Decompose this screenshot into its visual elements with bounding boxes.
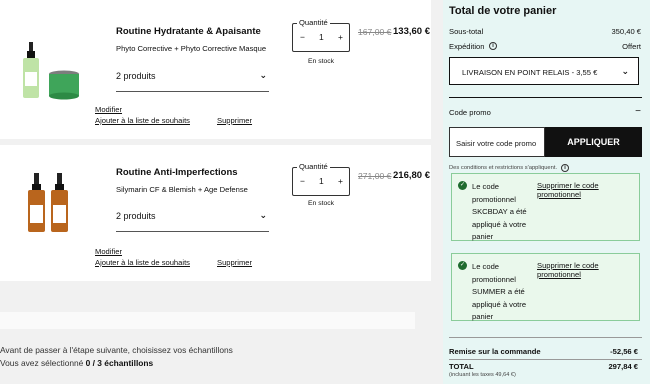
cart-item-1: Routine Hydratante & Apaisante Phyto Cor… xyxy=(0,0,431,139)
divider xyxy=(449,337,642,338)
total-value: 297,84 € xyxy=(608,362,638,371)
variant-select[interactable]: 2 produits ⌄ xyxy=(116,202,269,232)
applied-promo-text: Le code promotionnel SKCBDAY a été appli… xyxy=(472,182,527,241)
tax-note: (incluant les taxes 49,64 €) xyxy=(449,372,516,378)
summary-title: Total de votre panier xyxy=(449,5,557,17)
shipping-method-value: LIVRAISON EN POINT RELAIS - 3,55 € xyxy=(462,68,598,77)
wishlist-link[interactable]: Ajouter à la liste de souhaits xyxy=(95,116,190,125)
subtotal-value: 350,40 € xyxy=(611,27,641,36)
discount-row: Remise sur la commande -52,56 € xyxy=(449,347,638,356)
quantity-label: Quantité xyxy=(297,18,330,27)
quantity-value[interactable]: 1 xyxy=(319,176,324,186)
shipping-value: Offert xyxy=(622,42,641,51)
stock-status: En stock xyxy=(308,58,335,65)
collapse-icon[interactable]: − xyxy=(635,106,641,117)
quantity-increase-button[interactable]: + xyxy=(338,32,343,42)
info-icon[interactable]: i xyxy=(561,164,569,172)
quantity-decrease-button[interactable]: − xyxy=(300,32,305,42)
variant-value: 2 produits xyxy=(116,211,156,221)
shipping-label: Expédition xyxy=(449,42,485,51)
original-price: 271,00 € xyxy=(358,171,392,181)
item-title[interactable]: Routine Hydratante & Apaisante xyxy=(116,26,261,37)
remove-promo-link[interactable]: Supprimer le code promotionnel xyxy=(537,181,639,199)
quantity-stepper: Quantité − 1 + xyxy=(292,18,350,52)
samples-bar xyxy=(0,312,415,329)
item-title[interactable]: Routine Anti-Imperfections xyxy=(116,167,238,178)
quantity-stepper: Quantité − 1 + xyxy=(292,162,350,196)
product-image-anti-blemish[interactable] xyxy=(26,173,72,235)
applied-promo-text: Le code promotionnel SUMMER a été appliq… xyxy=(472,262,527,321)
remove-promo-link[interactable]: Supprimer le code promotionnel xyxy=(537,261,639,279)
samples-count-prefix: Vous avez sélectionné xyxy=(0,358,86,368)
subtotal-label: Sous-total xyxy=(449,27,484,36)
wishlist-link[interactable]: Ajouter à la liste de souhaits xyxy=(95,258,190,267)
quantity-increase-button[interactable]: + xyxy=(338,176,343,186)
variant-value: 2 produits xyxy=(116,71,156,81)
applied-promo-1: ✓ Le code promotionnel SKCBDAY a été app… xyxy=(451,173,640,241)
info-icon[interactable]: i xyxy=(489,42,497,50)
delete-link[interactable]: Supprimer xyxy=(217,258,252,267)
modify-link[interactable]: Modifier xyxy=(95,247,122,256)
stock-status: En stock xyxy=(308,200,335,207)
modify-link[interactable]: Modifier xyxy=(95,105,122,114)
check-circle-icon: ✓ xyxy=(458,261,467,270)
promo-code-input[interactable]: Saisir votre code promo xyxy=(449,127,545,157)
divider xyxy=(449,359,642,360)
chevron-down-icon: ⌄ xyxy=(259,210,267,220)
chevron-down-icon: ⌄ xyxy=(259,70,267,80)
sale-price: 216,80 € xyxy=(393,170,430,181)
shipping-method-select[interactable]: LIVRAISON EN POINT RELAIS - 3,55 € ⌄ xyxy=(449,57,639,85)
chevron-down-icon: ⌄ xyxy=(621,66,629,76)
quantity-decrease-button[interactable]: − xyxy=(300,176,305,186)
cart-item-2: Routine Anti-Imperfections Silymarin CF … xyxy=(0,145,431,281)
discount-label: Remise sur la commande xyxy=(449,347,541,356)
divider xyxy=(449,97,642,98)
applied-promo-2: ✓ Le code promotionnel SUMMER a été appl… xyxy=(451,253,640,321)
product-image-hydrating[interactable] xyxy=(20,42,82,102)
variant-select[interactable]: 2 produits ⌄ xyxy=(116,62,269,92)
check-circle-icon: ✓ xyxy=(458,181,467,190)
total-label: TOTAL xyxy=(449,362,474,371)
quantity-label: Quantité xyxy=(297,162,330,171)
cart-summary-panel: Total de votre panier Sous-total 350,40 … xyxy=(443,0,650,384)
delete-link[interactable]: Supprimer xyxy=(217,116,252,125)
quantity-value[interactable]: 1 xyxy=(319,32,324,42)
discount-value: -52,56 € xyxy=(610,347,638,356)
item-subtitle: Silymarin CF & Blemish + Age Defense xyxy=(116,185,248,194)
total-row: TOTAL 297,84 € xyxy=(449,362,638,371)
samples-instructions: Avant de passer à l'étape suivante, choi… xyxy=(0,345,233,355)
sale-price: 133,60 € xyxy=(393,26,430,37)
samples-count-value: 0 / 3 échantillons xyxy=(85,358,154,368)
conditions-text: Des conditions et restrictions s'appliqu… xyxy=(449,165,558,171)
samples-count: Vous avez sélectionné 0 / 3 échantillons xyxy=(0,358,153,368)
item-subtitle: Phyto Corrective + Phyto Corrective Masq… xyxy=(116,44,267,53)
apply-promo-button[interactable]: APPLIQUER xyxy=(545,127,642,157)
promo-code-label: Code promo xyxy=(449,108,491,117)
original-price: 167,00 € xyxy=(358,27,392,37)
